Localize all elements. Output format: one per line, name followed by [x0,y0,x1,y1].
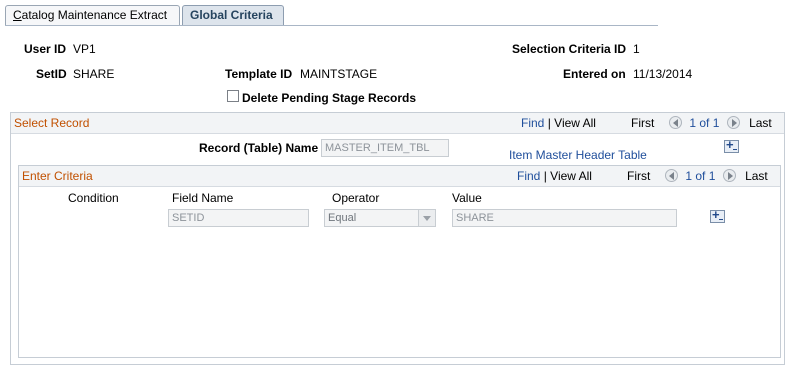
add-criteria-row-button[interactable] [710,207,725,223]
operator-column-header: Operator [332,191,380,205]
delete-pending-label: Delete Pending Stage Records [242,91,417,105]
field-name-column-header: Field Name [172,191,234,205]
value-column-header: Value [452,191,482,205]
enter-criteria-title: Enter Criteria [22,169,93,183]
enter-criteria-group: Enter Criteria Find | View All First 1 o… [18,165,781,358]
tab-label: Global Criteria [190,8,273,22]
tab-global-criteria[interactable]: Global Criteria [182,5,284,25]
entered-on-value: 11/13/2014 [633,67,693,81]
tab-catalog-maintenance-extract[interactable]: Catalog Maintenance Extract [5,5,180,25]
value-field[interactable]: SHARE [452,209,677,227]
field-name-field[interactable]: SETID [168,209,309,227]
last-label: Last [745,169,768,183]
tab-divider [5,25,658,26]
entered-on-label: Entered on [563,67,626,81]
selection-criteria-id-label: Selection Criteria ID [512,42,627,56]
enter-criteria-header: Enter Criteria Find | View All First 1 o… [19,166,780,187]
next-row-button[interactable] [726,116,740,129]
chevron-down-icon[interactable] [418,210,435,226]
row-count: 1 of 1 [685,169,716,183]
setid-value: SHARE [73,67,115,81]
view-all-link[interactable]: View All [554,116,596,130]
previous-row-button[interactable] [669,116,683,129]
nav-separator: | [547,116,551,130]
row-count: 1 of 1 [689,116,720,130]
select-record-pager: First 1 of 1 Last [631,116,772,130]
tab-label-underlined: C [13,8,22,22]
previous-row-button[interactable] [665,169,679,182]
selection-criteria-id-value: 1 [633,42,640,56]
condition-column-header: Condition [68,191,119,205]
nav-separator: | [543,169,547,183]
last-label: Last [749,116,772,130]
next-row-button[interactable] [722,169,736,182]
view-all-link[interactable]: View All [550,169,592,183]
record-description-link[interactable]: Item Master Header Table [509,148,647,162]
find-link[interactable]: Find [517,169,540,183]
record-table-name-field[interactable]: MASTER_ITEM_TBL [321,139,449,157]
tab-label: atalog Maintenance Extract [21,8,168,22]
select-record-group: Select Record Find | View All First 1 of… [10,112,785,365]
template-id-value: MAINTSTAGE [300,67,378,81]
setid-label: SetID [36,67,67,81]
first-label: First [627,169,651,183]
select-record-title: Select Record [14,116,90,130]
operator-select[interactable]: Equal [324,209,436,227]
template-id-label: Template ID [225,67,293,81]
user-id-value: VP1 [73,42,96,56]
operator-value: Equal [328,212,357,224]
enter-criteria-nav: Find | View All [517,169,592,183]
record-table-name-label: Record (Table) Name [199,141,319,155]
add-record-button[interactable] [724,137,739,153]
find-link[interactable]: Find [521,116,544,130]
user-id-label: User ID [24,42,67,56]
select-record-header: Select Record Find | View All First 1 of… [11,113,784,134]
enter-criteria-pager: First 1 of 1 Last [627,169,768,183]
select-record-nav: Find | View All [521,116,596,130]
delete-pending-checkbox[interactable] [227,90,239,102]
first-label: First [631,116,655,130]
